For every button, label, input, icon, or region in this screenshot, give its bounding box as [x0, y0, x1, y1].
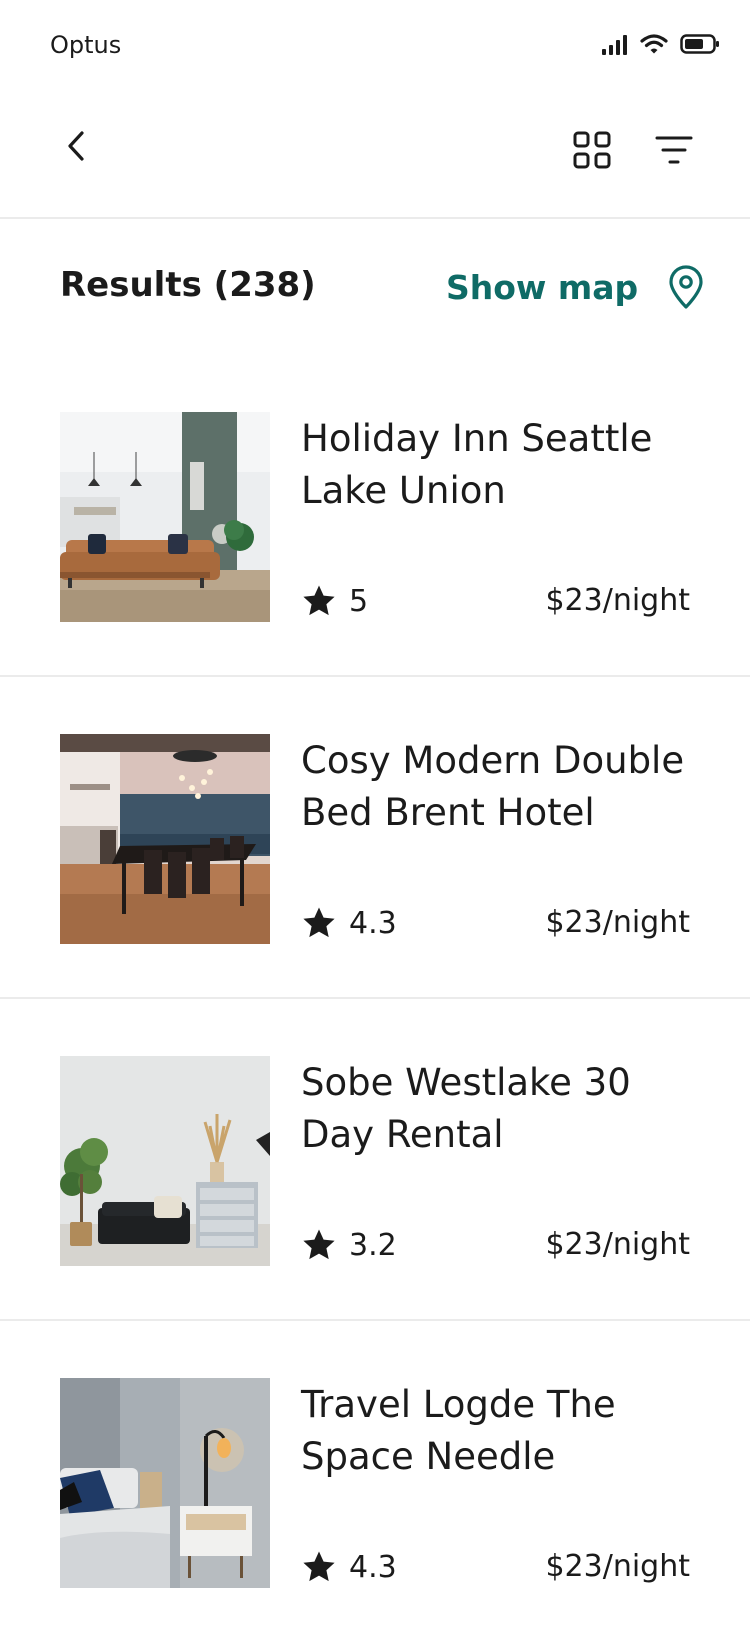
grid-view-button[interactable] — [570, 128, 614, 172]
listing-price: $23/night — [545, 905, 690, 940]
star-icon — [303, 907, 335, 938]
listing-card[interactable]: Holiday Inn Seattle Lake Union 5 $23/nig… — [0, 355, 750, 677]
rating-value: 4.3 — [349, 905, 397, 941]
bedroom-photo — [60, 1378, 270, 1588]
show-map-button[interactable]: Show map — [446, 260, 706, 314]
top-app-bar — [0, 92, 750, 219]
filter-button[interactable] — [652, 128, 696, 172]
listing-price: $23/night — [545, 583, 690, 618]
lounge-photo — [60, 1056, 270, 1266]
wifi-icon — [640, 34, 668, 54]
dining-room-photo — [60, 734, 270, 944]
show-map-label: Show map — [446, 267, 639, 307]
filter-icon — [655, 136, 693, 164]
listing-price: $23/night — [545, 1549, 690, 1584]
status-bar: Optus — [0, 0, 750, 92]
listing-card[interactable]: Travel Logde The Space Needle 4.3 $23/ni… — [0, 1321, 750, 1642]
back-button[interactable] — [54, 124, 98, 168]
results-count: Results (238) — [60, 265, 316, 305]
listing-rating: 4.3 — [301, 1547, 397, 1587]
listing-rating: 4.3 — [301, 903, 397, 943]
star-icon — [303, 585, 335, 616]
living-room-photo — [60, 412, 270, 622]
listing-title: Cosy Modern Double Bed Brent Hotel — [301, 739, 685, 834]
signal-icon — [602, 35, 627, 55]
listing-title: Holiday Inn Seattle Lake Union — [301, 417, 653, 512]
listing-list: Holiday Inn Seattle Lake Union 5 $23/nig… — [0, 355, 750, 1642]
battery-icon — [680, 34, 719, 54]
listing-rating: 5 — [301, 581, 368, 621]
listing-card[interactable]: Cosy Modern Double Bed Brent Hotel 4.3 $… — [0, 677, 750, 999]
rating-value: 5 — [349, 583, 369, 619]
listing-title: Sobe Westlake 30 Day Rental — [301, 1061, 631, 1156]
listing-rating: 3.2 — [301, 1225, 397, 1265]
star-icon — [303, 1551, 335, 1582]
rating-value: 3.2 — [349, 1227, 397, 1263]
carrier-label: Optus — [50, 31, 122, 59]
listing-card[interactable]: Sobe Westlake 30 Day Rental 3.2 $23/nigh… — [0, 999, 750, 1321]
rating-value: 4.3 — [349, 1549, 397, 1585]
listing-price: $23/night — [545, 1227, 690, 1262]
grid-view-icon — [573, 131, 611, 169]
chevron-left-icon — [68, 131, 84, 161]
star-icon — [303, 1229, 335, 1260]
listing-title: Travel Logde The Space Needle — [301, 1383, 616, 1478]
map-pin-icon — [669, 265, 703, 309]
